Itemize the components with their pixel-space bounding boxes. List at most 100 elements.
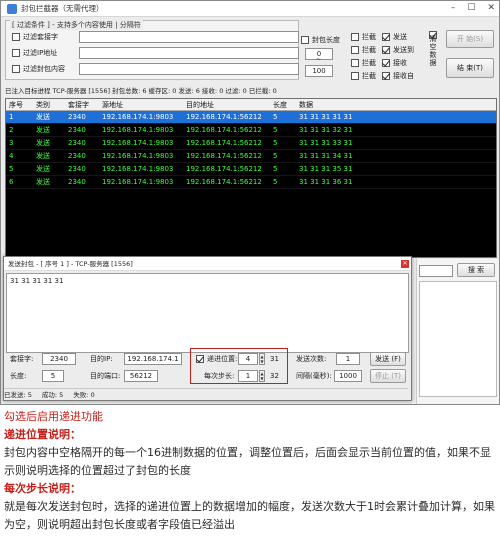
table-row[interactable]: 6 发送 2340 192.168.174.1:9803 192.168.174… [6,176,496,189]
filter-legend: [ 过滤条件 ] - 支持多个内容使用 | 分隔符 [10,20,143,30]
table-row[interactable]: 4 发送 2340 192.168.174.1:9803 192.168.174… [6,150,496,163]
cell-destination: 192.168.174.1:56212 [186,113,262,121]
recv-checkbox[interactable] [382,58,390,67]
length-separator: ~ [316,56,322,63]
length-input[interactable]: 5 [42,370,64,382]
filter-keyword-label: 过滤套接字 [23,32,58,41]
table-row[interactable]: 5 发送 2340 192.168.174.1:9803 192.168.174… [6,163,496,176]
cell-length: 5 [273,126,278,134]
col-index[interactable]: 序号 [6,99,33,110]
table-row[interactable]: 2 发送 2340 192.168.174.1:9803 192.168.174… [6,124,496,137]
search-results-list[interactable] [419,281,497,397]
recvfrom-checkbox[interactable] [382,71,390,80]
dest-port-input[interactable]: 56212 [124,370,158,382]
cell-socket: 2340 [68,113,86,121]
intercept-recv-checkbox[interactable] [351,58,359,67]
filter-ip-row: 过滤IP地址 [12,46,299,59]
increment-position-checkbox[interactable] [196,354,204,363]
cell-data: 31 31 31 31 31 [299,113,353,121]
intercept-recv-label: 拦截 [362,58,376,67]
filter-content-checkbox[interactable] [12,64,20,73]
step-input[interactable]: 1 [238,370,258,382]
cell-index: 5 [9,165,14,173]
packet-length-label: 封包长度 [312,35,340,44]
cell-socket: 2340 [68,152,86,160]
cell-socket: 2340 [68,139,86,147]
cell-destination: 192.168.174.1:56212 [186,152,262,160]
cell-index: 3 [9,139,14,147]
recvfrom-label: 接收自 [393,71,414,80]
search-button[interactable]: 搜 索 [457,263,495,277]
increment-position-value: 31 [270,355,279,363]
increment-position-input[interactable]: 4 [238,353,258,365]
cell-socket: 2340 [68,126,86,134]
length-label: 长度: [10,372,27,380]
intercept-recvfrom-option: 拦截 接收自 [351,70,414,81]
send-count-input[interactable]: 1 [336,353,360,365]
intercept-sendto-checkbox[interactable] [351,45,359,54]
note-step-text: 就是每次发送封包时，选择的递进位置上的数据增加的幅度，发送次数大于1时会累计叠加… [4,500,495,531]
minimize-button[interactable]: – [451,3,456,13]
intercept-send-checkbox[interactable] [351,32,359,41]
filter-content-input[interactable] [79,62,299,75]
dest-ip-input[interactable]: 192.168.174.1 [124,353,182,365]
length-max-input[interactable]: 100 [305,65,333,77]
cell-length: 5 [273,139,278,147]
cell-data: 31 31 31 32 31 [299,126,353,134]
send-status-bar: 已发送: 5 成功: 5 失败: 0 [4,388,408,400]
socket-input[interactable]: 2340 [42,353,76,365]
dialog-close-icon[interactable]: ✕ [401,260,409,268]
cell-length: 5 [273,178,278,186]
start-button[interactable]: 开 始(S) [446,30,494,48]
col-destination[interactable]: 目的地址 [183,99,270,110]
col-length[interactable]: 长度 [270,99,296,110]
step-spinner[interactable]: ▲ ▼ [259,370,265,382]
payload-editor[interactable]: 31 31 31 31 31 [6,273,409,353]
stop-capture-button[interactable]: 结 束(T) [446,58,494,78]
socket-label: 套接字: [10,355,34,363]
cell-index: 1 [9,113,14,121]
filter-ip-checkbox[interactable] [12,48,20,57]
filter-keyword-checkbox[interactable] [12,32,20,41]
intercept-recvfrom-label: 拦截 [362,71,376,80]
search-input[interactable] [419,265,453,277]
packet-length-checkbox[interactable] [301,35,309,44]
dest-ip-label: 目的IP: [90,355,113,363]
increment-position-spinner[interactable]: ▲ ▼ [259,353,265,365]
stop-send-button[interactable]: 停止 (T) [370,369,406,383]
table-row[interactable]: 1 发送 2340 192.168.174.1:9803 192.168.174… [6,111,496,124]
note-position-text: 封包内容中空格隔开的每一个16进制数据的位置，调整位置后，后面会显示当前位置的值… [4,446,491,477]
cell-destination: 192.168.174.1:56212 [186,178,262,186]
send-checkbox[interactable] [382,32,390,41]
sent-count: 已发送: 5 [4,391,32,399]
col-socket[interactable]: 套接字 [65,99,99,110]
step-label: 每次步长: [204,372,235,380]
cell-source: 192.168.174.1:9803 [102,178,174,186]
cell-destination: 192.168.174.1:56212 [186,165,262,173]
col-data[interactable]: 数据 [296,99,496,110]
interval-input[interactable]: 1000 [334,370,362,382]
maximize-button[interactable]: ☐ [467,3,475,13]
interval-label: 间隔(毫秒): [296,372,332,380]
send-button[interactable]: 发送 (F) [370,352,406,366]
app-icon [7,3,17,14]
cell-destination: 192.168.174.1:56212 [186,126,262,134]
sendto-checkbox[interactable] [382,45,390,54]
cell-length: 5 [273,152,278,160]
filter-keyword-input[interactable] [79,30,299,43]
col-type[interactable]: 类别 [33,99,65,110]
intercept-sendto-label: 拦截 [362,45,376,54]
cell-type: 发送 [36,178,50,186]
table-header: 序号 类别 套接字 源地址 目的地址 长度 数据 [6,99,496,111]
close-button[interactable]: ✕ [487,3,495,13]
filter-ip-input[interactable] [79,46,299,59]
recv-label: 接收 [393,58,407,67]
note-enable: 勾选后启用递进功能 [4,410,103,423]
intercept-recvfrom-checkbox[interactable] [351,71,359,80]
cell-length: 5 [273,113,278,121]
col-source[interactable]: 源地址 [99,99,183,110]
note-heading-step: 每次步长说明： [4,482,81,495]
cell-type: 发送 [36,139,50,147]
table-row[interactable]: 3 发送 2340 192.168.174.1:9803 192.168.174… [6,137,496,150]
cell-source: 192.168.174.1:9803 [102,165,174,173]
